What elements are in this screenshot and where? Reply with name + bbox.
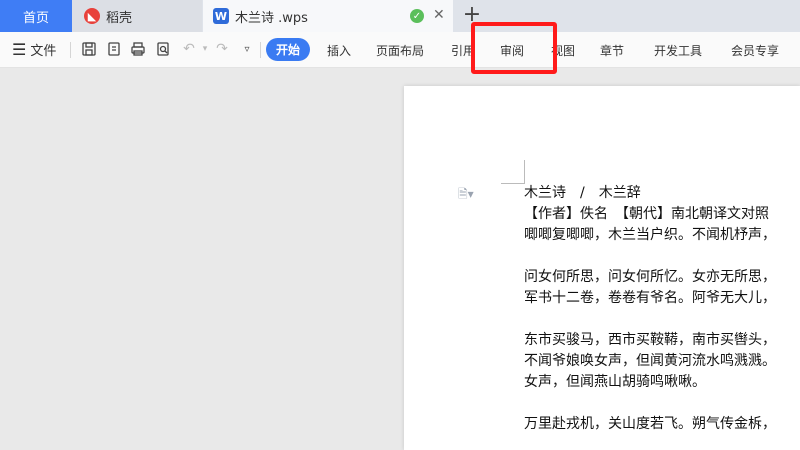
tab-member-exclusive[interactable]: 会员专享 xyxy=(731,42,779,59)
tab-daoke[interactable]: ◣ 稻壳 xyxy=(72,0,202,32)
tab-page-layout[interactable]: 页面布局 xyxy=(376,42,424,59)
document-line: 【作者】佚名 【朝代】南北朝译文对照 xyxy=(524,206,769,222)
customize-toolbar-icon[interactable]: ▿ xyxy=(238,40,256,58)
hamburger-icon: ☰ xyxy=(12,40,27,59)
margin-corner-mark xyxy=(524,160,525,184)
undo-dropdown-icon[interactable]: ▾ xyxy=(196,40,214,58)
document-line: 东市买骏马，西市买鞍鞯，南市买辔头， xyxy=(524,332,776,348)
tab-insert[interactable]: 插入 xyxy=(327,42,351,59)
document-line: 唧唧复唧唧，木兰当户织。不闻机杼声， xyxy=(524,227,776,243)
save-icon[interactable] xyxy=(80,40,98,58)
document-body[interactable]: 木兰诗 / 木兰辞 【作者】佚名 【朝代】南北朝译文对照 唧唧复唧唧，木兰当户织… xyxy=(524,183,776,435)
file-menu-button[interactable]: ☰ 文件 xyxy=(12,40,56,59)
tab-developer-tools[interactable]: 开发工具 xyxy=(654,42,702,59)
tab-home-label: 首页 xyxy=(22,10,49,26)
paragraph-handle-icon[interactable]: 🗎▾ xyxy=(458,185,474,206)
tab-home[interactable]: 首页 xyxy=(0,0,72,32)
tab-start[interactable]: 开始 xyxy=(266,38,311,61)
wps-doc-icon: W xyxy=(213,8,229,24)
document-line: 军书十二卷，卷卷有爷名。阿爷无大儿， xyxy=(524,290,776,306)
ribbon-toolbar: ☰ 文件 ↶ ▾ ↷ ▿ 开始 插入 页面布局 引用 审阅 视图 章节 开发工具… xyxy=(0,32,800,68)
tab-bar: 首页 ◣ 稻壳 W 木兰诗 .wps ✓ ✕ + xyxy=(0,0,800,32)
tab-chapter[interactable]: 章节 xyxy=(600,42,624,59)
margin-corner-mark xyxy=(501,183,525,184)
print-icon[interactable] xyxy=(129,40,147,58)
document-line: 女声，但闻燕山胡骑鸣啾啾。 xyxy=(524,374,706,390)
export-pdf-icon[interactable] xyxy=(105,40,123,58)
tab-daoke-label: 稻壳 xyxy=(106,10,133,26)
tab-document[interactable]: W 木兰诗 .wps ✓ ✕ xyxy=(203,0,453,32)
divider xyxy=(70,42,71,58)
document-line: 万里赴戎机，关山度若飞。朔气传金柝， xyxy=(524,416,776,432)
file-menu-label: 文件 xyxy=(30,44,57,59)
redo-icon[interactable]: ↷ xyxy=(213,40,231,58)
document-line: 木兰诗 / 木兰辞 xyxy=(524,185,641,201)
tab-document-label: 木兰诗 .wps xyxy=(235,10,308,26)
divider xyxy=(260,42,261,58)
document-line: 问女何所思，问女何所忆。女亦无所思， xyxy=(524,269,776,285)
print-preview-icon[interactable] xyxy=(154,40,172,58)
document-line: 不闻爷娘唤女声，但闻黄河流水鸣溅溅。 xyxy=(524,353,776,369)
saved-check-icon: ✓ xyxy=(410,9,424,23)
daoke-logo-icon: ◣ xyxy=(84,8,100,24)
close-icon[interactable]: ✕ xyxy=(433,7,445,23)
review-tab-highlight xyxy=(471,22,557,74)
